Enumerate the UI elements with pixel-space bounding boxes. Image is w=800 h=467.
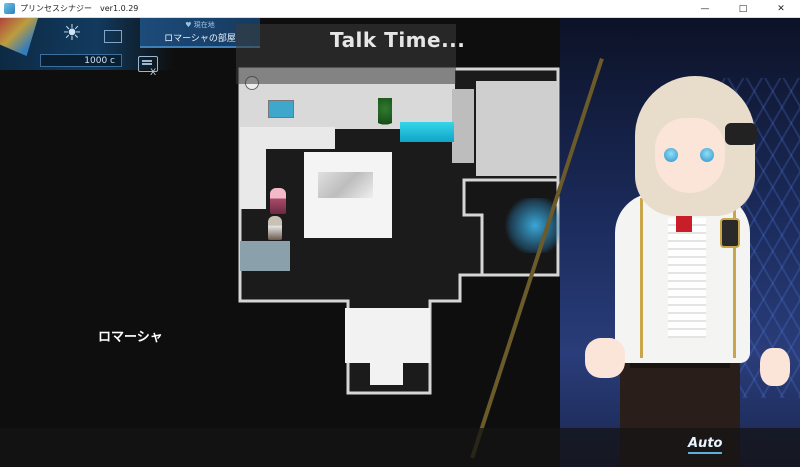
sun-icon: ☀ (62, 21, 82, 46)
entrance-tiles (345, 308, 430, 363)
maximize-icon[interactable]: □ (724, 0, 762, 17)
character-right-hand (760, 348, 790, 386)
talk-time-text: Talk Time... (330, 28, 466, 52)
shirt-frills (668, 218, 706, 338)
app-icon (4, 3, 15, 14)
hud-emblem (0, 18, 38, 56)
plant-icon (378, 98, 392, 134)
character-left-hand (585, 338, 625, 378)
mail-icon[interactable] (104, 30, 122, 43)
window-controls: — □ ✕ (686, 0, 800, 17)
table-top (318, 172, 373, 198)
dialog-box[interactable] (0, 428, 800, 467)
aquarium (400, 122, 454, 142)
game-viewport[interactable]: ☀ 1000 c X ♥ 現在地 ロマーシャの部屋 Talk Time... ロ… (0, 18, 800, 467)
minimize-icon[interactable]: — (686, 0, 724, 17)
auto-button[interactable]: Auto (688, 436, 723, 454)
window-title: プリンセスシナジー ver1.0.29 (20, 4, 139, 13)
character-right-eye (700, 148, 714, 162)
entrance-tiles-lower (370, 363, 403, 385)
close-icon[interactable]: ✕ (762, 0, 800, 17)
character-left-eye (664, 148, 678, 162)
money-display: 1000 c (40, 54, 122, 67)
window-titlebar: プリンセスシナジー ver1.0.29 — □ ✕ (0, 0, 800, 18)
npc-sprite (268, 216, 282, 240)
menu-hotkey: X (150, 68, 157, 78)
hair-ribbon (725, 123, 757, 145)
speaker-name: ロマーシャ (98, 330, 163, 345)
player-sprite (270, 188, 286, 214)
computer-monitor (268, 100, 294, 118)
shoulder-badge (720, 218, 740, 248)
